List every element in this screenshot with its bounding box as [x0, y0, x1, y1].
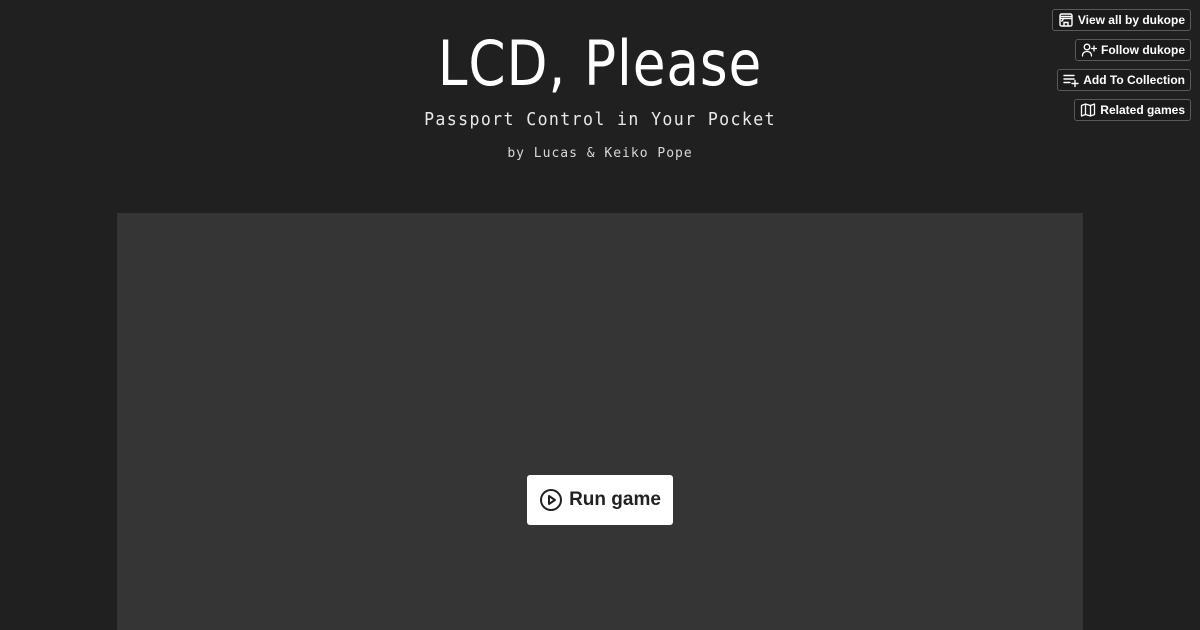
game-byline: by Lucas & Keiko Pope [507, 146, 693, 161]
view-all-label: View all by dukope [1077, 13, 1185, 27]
run-game-button[interactable]: Run game [527, 475, 673, 525]
run-game-label: Run game [569, 489, 661, 510]
follow-button[interactable]: Follow dukope [1075, 39, 1191, 61]
add-to-collection-button[interactable]: Add To Collection [1057, 69, 1191, 91]
related-games-label: Related games [1100, 103, 1185, 117]
game-tagline: Passport Control in Your Pocket [424, 109, 776, 130]
playlist-add-icon [1063, 72, 1079, 88]
user-plus-icon [1081, 42, 1097, 58]
game-title: LCD, Please [437, 27, 763, 100]
game-frame: Run game [117, 213, 1083, 630]
user-tools: View all by dukope Follow dukope Add To … [1051, 9, 1191, 121]
game-header: LCD, Please Passport Control in Your Poc… [0, 0, 1200, 200]
add-to-collection-label: Add To Collection [1083, 73, 1185, 87]
map-icon [1080, 102, 1096, 118]
storefront-icon [1058, 12, 1074, 28]
follow-label: Follow dukope [1101, 43, 1185, 57]
play-circle-icon [539, 488, 563, 512]
view-all-button[interactable]: View all by dukope [1051, 9, 1191, 31]
related-games-button[interactable]: Related games [1074, 99, 1191, 121]
